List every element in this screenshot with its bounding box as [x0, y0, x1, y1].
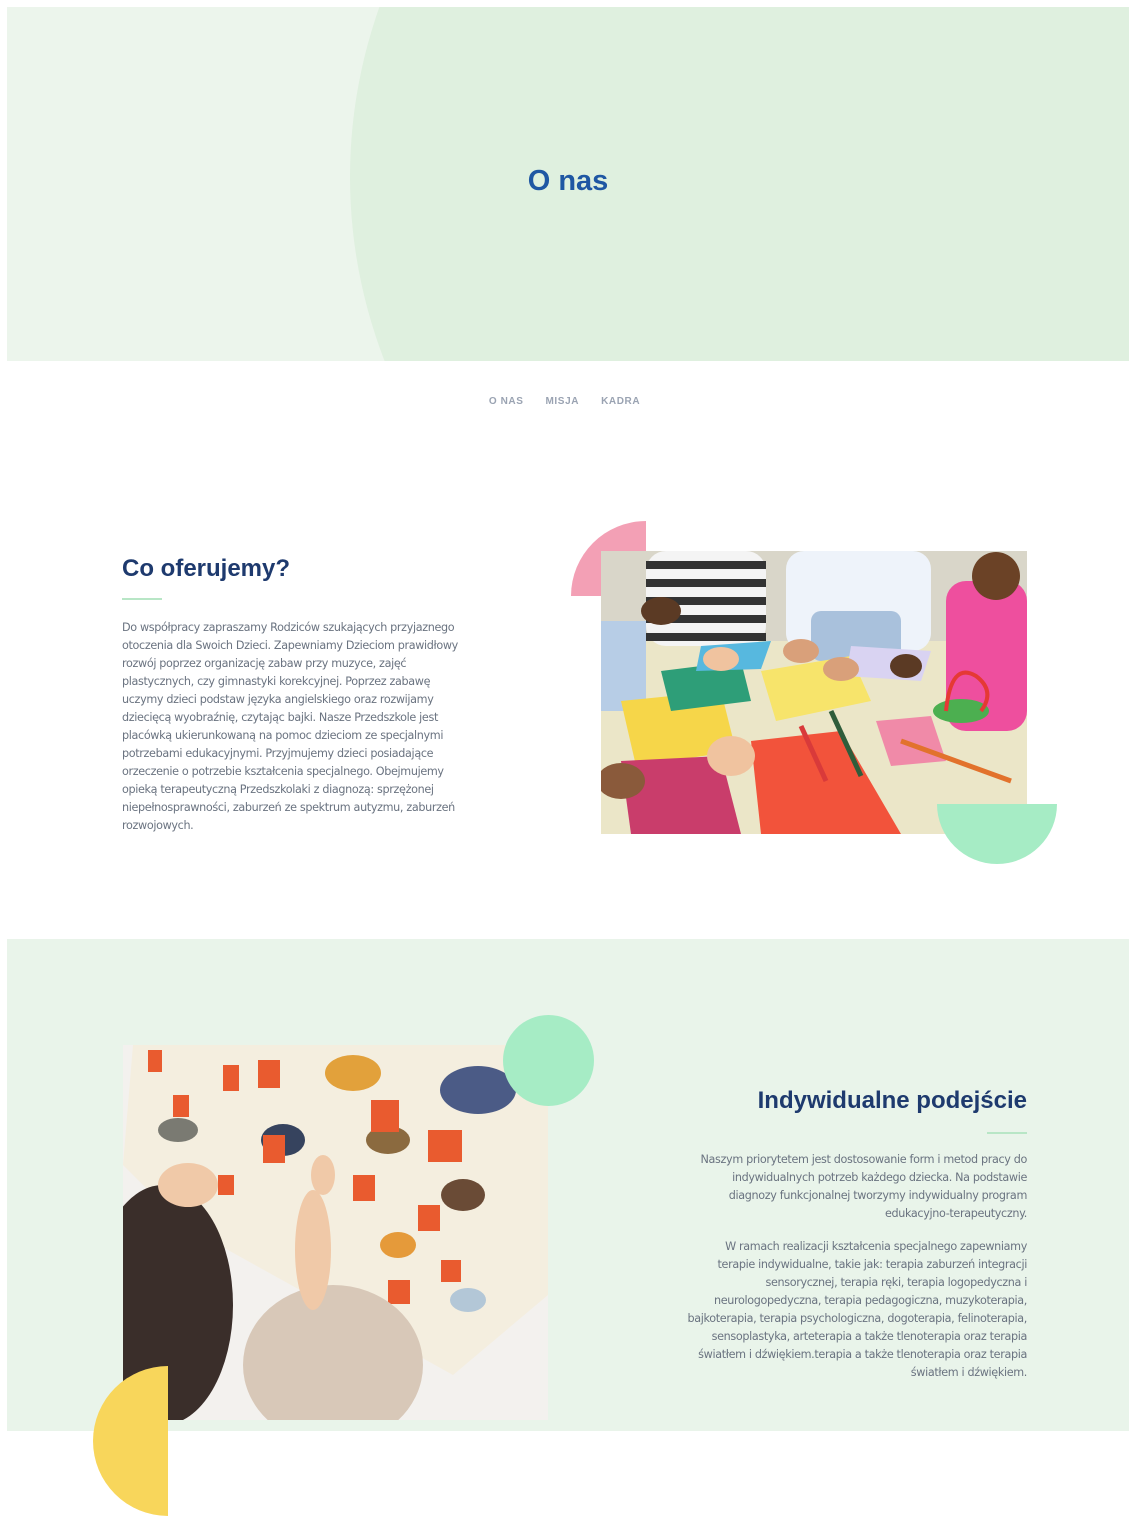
nav-link-misja[interactable]: MISJA — [546, 396, 580, 407]
nav-link-o-nas[interactable]: O NAS — [489, 396, 524, 407]
individual-approach-heading: Indywidualne podejście — [757, 1087, 1027, 1114]
individual-heading-divider — [987, 1132, 1027, 1134]
offer-heading: Co oferujemy? — [122, 555, 291, 582]
nav-link-kadra[interactable]: KADRA — [601, 396, 640, 407]
individual-paragraph-2: W ramach realizacji kształcenia specjaln… — [687, 1240, 1028, 1379]
children-crafts-photo — [601, 551, 1027, 834]
alphabet-poster-photo — [123, 1045, 548, 1420]
section-nav: O NAS MISJA KADRA — [0, 396, 1129, 407]
offer-heading-divider — [122, 598, 162, 600]
offer-description: Do współpracy zapraszamy Rodziców szukaj… — [122, 621, 458, 832]
individual-paragraph-1: Naszym priorytetem jest dostosowanie for… — [700, 1153, 1028, 1220]
mint-circle-decoration — [503, 1015, 594, 1106]
page-title: O nas — [527, 165, 609, 197]
hero-banner: O nas — [7, 7, 1129, 361]
